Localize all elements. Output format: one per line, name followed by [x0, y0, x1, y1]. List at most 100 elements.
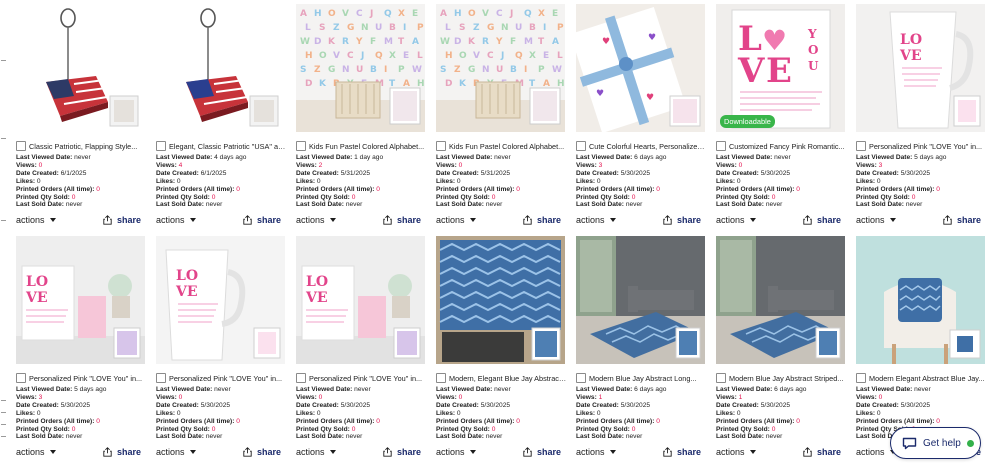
- svg-text:L: L: [557, 51, 563, 61]
- product-stats: Last Viewed Date: never Views: 0 Date Cr…: [156, 386, 240, 441]
- share-button[interactable]: share: [103, 447, 141, 457]
- select-checkbox[interactable]: [296, 373, 306, 383]
- actions-dropdown[interactable]: actions: [436, 447, 476, 457]
- product-title[interactable]: Modern, Elegant Blue Jay Abstract...: [449, 374, 567, 383]
- product-title[interactable]: Customized Fancy Pink Romantic...: [729, 142, 847, 151]
- printed-orders-value: 0: [236, 185, 240, 193]
- product-thumbnail[interactable]: [716, 236, 845, 364]
- svg-text:VE: VE: [175, 284, 198, 300]
- svg-text:K: K: [328, 37, 336, 47]
- share-button[interactable]: share: [383, 447, 421, 457]
- select-checkbox[interactable]: [156, 373, 166, 383]
- share-button[interactable]: share: [803, 215, 841, 225]
- actions-dropdown[interactable]: actions: [296, 447, 336, 457]
- product-title[interactable]: Personalized Pink "LOVE You" in...: [309, 374, 427, 383]
- select-checkbox[interactable]: [716, 141, 726, 151]
- product-thumbnail[interactable]: LO VE: [16, 236, 145, 364]
- select-checkbox[interactable]: [156, 141, 166, 151]
- printed-orders-value: 0: [656, 185, 660, 193]
- last-sold-value: never: [205, 433, 223, 441]
- select-checkbox[interactable]: [576, 373, 586, 383]
- svg-text:F: F: [370, 37, 376, 47]
- likes-value: 0: [456, 409, 461, 417]
- actions-dropdown[interactable]: actions: [856, 447, 896, 457]
- caret-down-icon: [749, 218, 756, 223]
- actions-dropdown[interactable]: actions: [156, 215, 196, 225]
- svg-text:H: H: [305, 51, 313, 61]
- product-thumbnail[interactable]: AHOVCJQXELSZGNUBIPWDKRYFMTAHOVCJQXELSZGN…: [436, 4, 565, 132]
- svg-text:S: S: [319, 23, 325, 33]
- select-checkbox[interactable]: [296, 141, 306, 151]
- share-button[interactable]: share: [803, 447, 841, 457]
- printed-qty-value: 0: [211, 193, 216, 201]
- printed-orders-value: 0: [796, 417, 800, 425]
- actions-dropdown[interactable]: actions: [16, 215, 56, 225]
- product-thumbnail[interactable]: [436, 236, 565, 364]
- share-button[interactable]: share: [243, 215, 281, 225]
- actions-dropdown[interactable]: actions: [716, 447, 756, 457]
- last-viewed-value: never: [914, 386, 931, 393]
- svg-text:N: N: [482, 65, 490, 75]
- product-title[interactable]: Elegant, Classic Patriotic "USA" and...: [169, 142, 287, 151]
- product-thumbnail[interactable]: LO VE: [856, 4, 985, 132]
- get-help-button[interactable]: Get help: [890, 427, 981, 459]
- get-help-label: Get help: [923, 437, 961, 449]
- select-checkbox[interactable]: [436, 373, 446, 383]
- product-thumbnail[interactable]: [156, 4, 285, 132]
- share-button[interactable]: share: [383, 215, 421, 225]
- actions-dropdown[interactable]: actions: [576, 215, 616, 225]
- product-thumbnail[interactable]: AHOVCJQXELSZGNUBIPWDKRYFMTAHOVCJQXELSZGN…: [296, 4, 425, 132]
- share-button[interactable]: share: [663, 447, 701, 457]
- svg-text:K: K: [468, 37, 476, 47]
- actions-dropdown[interactable]: actions: [16, 447, 56, 457]
- product-thumbnail[interactable]: [16, 4, 145, 132]
- share-button[interactable]: share: [243, 447, 281, 457]
- select-checkbox[interactable]: [856, 141, 866, 151]
- svg-text:M: M: [524, 37, 533, 47]
- product-thumbnail[interactable]: [576, 236, 705, 364]
- share-button[interactable]: share: [523, 215, 561, 225]
- svg-text:X: X: [538, 9, 545, 19]
- product-title[interactable]: Personalized Pink "LOVE You" in...: [169, 374, 287, 383]
- product-title[interactable]: Kids Fun Pastel Colored Alphabet...: [309, 142, 427, 151]
- select-checkbox[interactable]: [436, 141, 446, 151]
- svg-text:C: C: [487, 51, 494, 61]
- share-button[interactable]: share: [523, 447, 561, 457]
- share-icon: [103, 447, 112, 457]
- select-checkbox[interactable]: [856, 373, 866, 383]
- actions-dropdown[interactable]: actions: [576, 447, 616, 457]
- product-title[interactable]: Modern Elegant Abstract Blue Jay...: [869, 374, 987, 383]
- product-title[interactable]: Kids Fun Pastel Colored Alphabet...: [449, 142, 567, 151]
- select-checkbox[interactable]: [576, 141, 586, 151]
- product-title[interactable]: Personalized Pink "LOVE You" in...: [869, 142, 987, 151]
- product-thumbnail[interactable]: LO VE: [296, 236, 425, 364]
- select-checkbox[interactable]: [16, 373, 26, 383]
- svg-text:VE: VE: [25, 290, 48, 306]
- svg-text:Y: Y: [495, 37, 503, 47]
- last-viewed-value: never: [354, 386, 371, 393]
- svg-text:J: J: [509, 9, 513, 19]
- product-title[interactable]: Personalized Pink "LOVE You" in...: [29, 374, 147, 383]
- svg-text:V: V: [333, 51, 340, 61]
- share-button[interactable]: share: [663, 215, 701, 225]
- product-thumbnail[interactable]: LO VE: [156, 236, 285, 364]
- actions-dropdown[interactable]: actions: [436, 215, 476, 225]
- product-thumbnail[interactable]: L ♥ V E Y O U Downloadable: [716, 4, 845, 132]
- actions-dropdown[interactable]: actions: [716, 215, 756, 225]
- product-title[interactable]: Classic Patriotic, Flapping Style...: [29, 142, 147, 151]
- printed-qty-value: 0: [211, 425, 216, 433]
- actions-dropdown[interactable]: actions: [856, 215, 896, 225]
- select-checkbox[interactable]: [716, 373, 726, 383]
- share-button[interactable]: share: [943, 215, 981, 225]
- actions-dropdown[interactable]: actions: [296, 215, 336, 225]
- product-title[interactable]: Modern Blue Jay Abstract Striped...: [729, 374, 847, 383]
- product-title[interactable]: Modern Blue Jay Abstract Long...: [589, 374, 707, 383]
- actions-dropdown[interactable]: actions: [156, 447, 196, 457]
- product-title[interactable]: Cute Colorful Hearts, Personalized...: [589, 142, 707, 151]
- share-button[interactable]: share: [103, 215, 141, 225]
- select-checkbox[interactable]: [16, 141, 26, 151]
- product-thumbnail[interactable]: ♥ ♥ ♥ ♥: [576, 4, 705, 132]
- product-row-1: Classic Patriotic, Flapping Style... Las…: [16, 4, 996, 226]
- svg-text:B: B: [510, 65, 517, 75]
- product-thumbnail[interactable]: [856, 236, 985, 364]
